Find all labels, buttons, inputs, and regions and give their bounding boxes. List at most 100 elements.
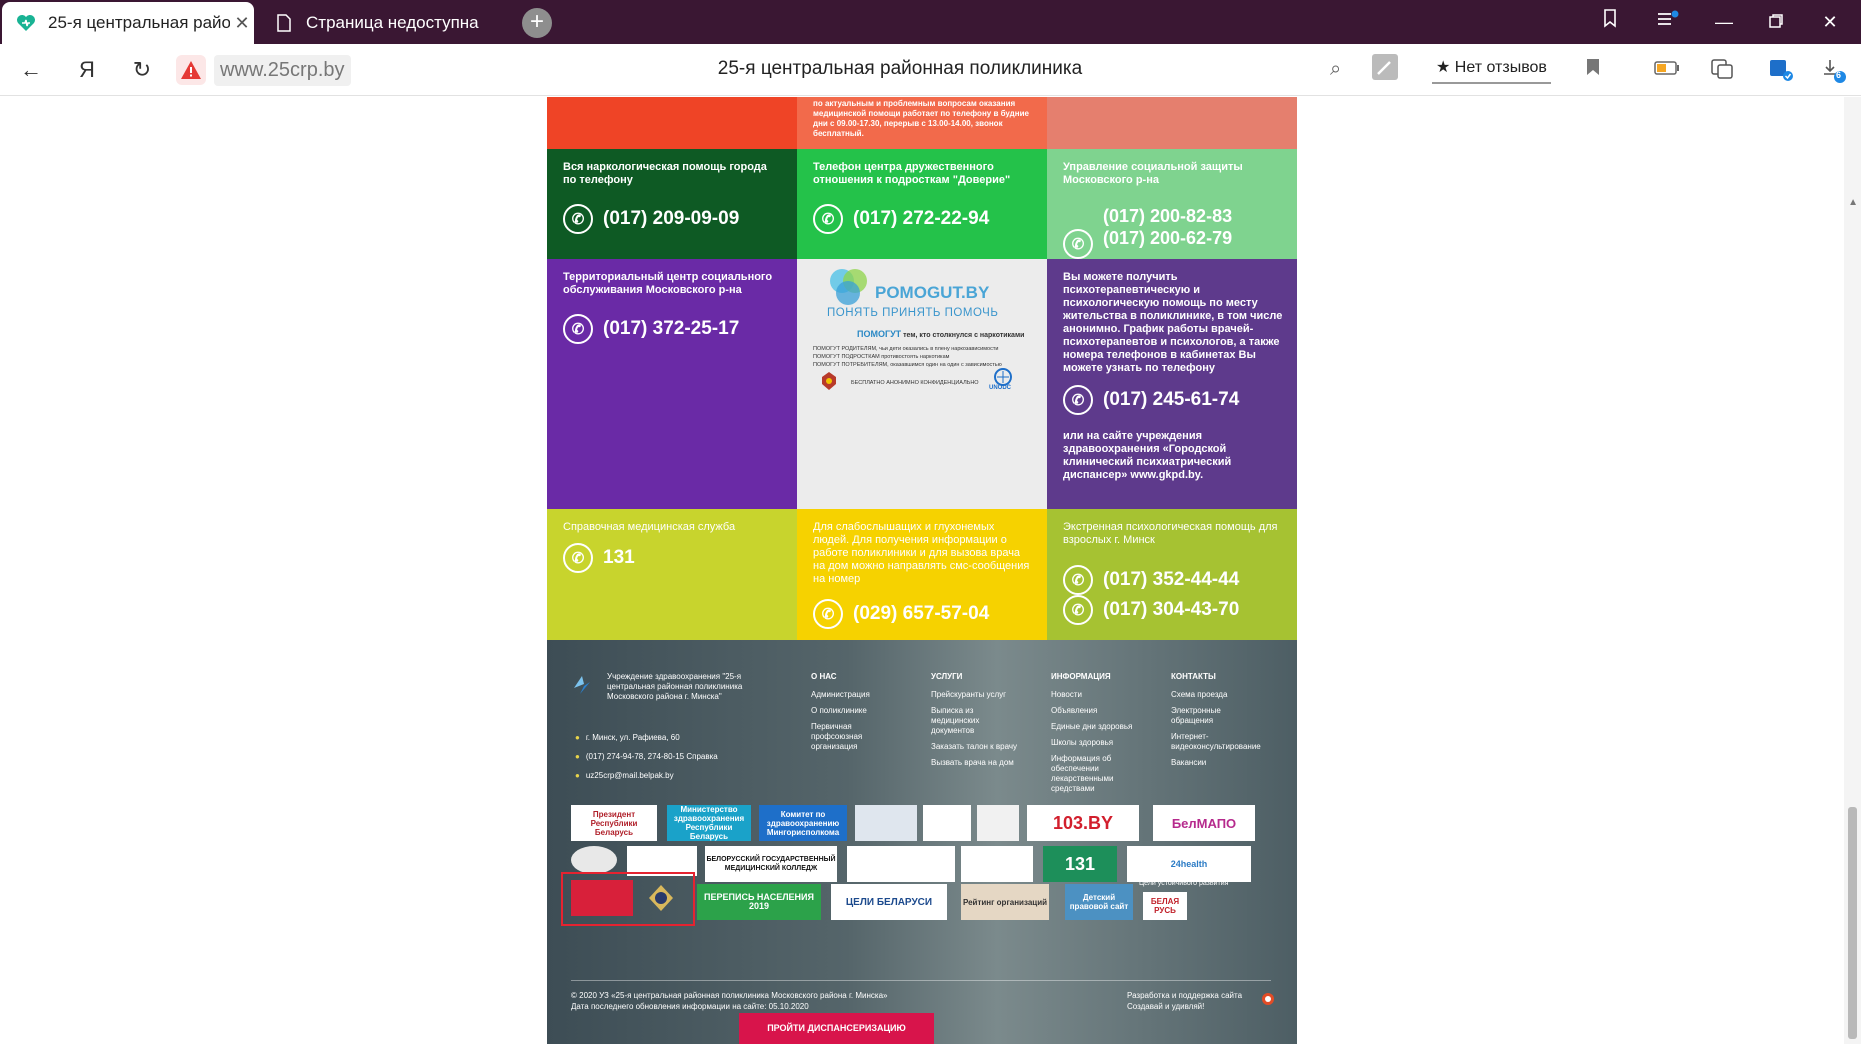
photo-logo[interactable] <box>961 846 1033 882</box>
phone-icon: ✆ <box>1063 385 1093 415</box>
phones-text[interactable]: (017) 274-94-78, 274-80-15 Справка <box>586 752 718 761</box>
census-logo[interactable]: ПЕРЕПИСЬ НАСЕЛЕНИЯ 2019 <box>697 884 821 920</box>
college2-logo[interactable] <box>847 846 955 882</box>
rating-logo[interactable]: Рейтинг организаций <box>961 884 1049 920</box>
footer-link[interactable]: Выписка из медицинских документов <box>931 706 991 736</box>
yandex-icon[interactable]: Я <box>72 56 102 84</box>
bookmark-icon[interactable] <box>1586 58 1600 82</box>
ministry-logo[interactable]: Министерство здравоохранения Республики … <box>667 805 751 841</box>
phone-number[interactable]: (017) 304-43-70 <box>1103 599 1239 621</box>
belmapo-logo[interactable]: БелМАПО <box>1153 805 1255 841</box>
footer-link[interactable]: Администрация <box>811 690 891 700</box>
building-logo[interactable] <box>855 805 917 841</box>
131-logo[interactable]: 131 <box>1043 846 1117 882</box>
phone-line[interactable]: ✆ (017) 272-22-94 <box>813 204 989 234</box>
footer-link[interactable]: Прейскуранты услуг <box>931 690 1031 700</box>
translate-icon[interactable] <box>1710 58 1734 86</box>
footer-link[interactable]: Школы здоровья <box>1051 738 1151 748</box>
phone-line[interactable]: ✆ (029) 657-57-04 <box>813 599 989 629</box>
cell-note[interactable]: или на сайте учреждения здравоохранения … <box>1063 430 1263 482</box>
dispensary-button[interactable]: ПРОЙТИ ДИСПАНСЕРИЗАЦИЮ <box>739 1013 934 1044</box>
reload-icon[interactable]: ↻ <box>127 56 157 84</box>
phone-number[interactable]: (017) 245-61-74 <box>1103 389 1239 411</box>
103by-logo[interactable]: 103.BY <box>1027 805 1139 841</box>
close-window-icon[interactable]: ✕ <box>1810 8 1850 36</box>
phone-number[interactable]: (017) 200-62-79 <box>1103 227 1232 249</box>
phone-number[interactable]: (017) 209-09-09 <box>603 208 739 230</box>
footer-link[interactable]: Информация об обеспечении лекарственными… <box>1051 754 1121 794</box>
24health-logo[interactable]: 24health <box>1127 846 1251 882</box>
address-bar: ← Я ↻ www.25crp.by 25-я центральная райо… <box>0 44 1861 96</box>
phone-line[interactable]: ✆ 131 <box>563 543 635 573</box>
close-tab-icon[interactable]: ✕ <box>230 13 254 34</box>
phone-number[interactable]: 131 <box>603 547 635 569</box>
footer-link[interactable]: Новости <box>1051 690 1151 700</box>
scroll-up-icon[interactable]: ▲ <box>1848 197 1858 208</box>
phone-number[interactable]: (017) 372-25-17 <box>603 318 739 340</box>
phone-number[interactable]: (017) 272-22-94 <box>853 208 989 230</box>
circle-logo[interactable] <box>571 846 617 874</box>
restore-icon[interactable] <box>1756 8 1796 36</box>
komitet-logo[interactable]: Комитет по здравоохранению Мингорисполко… <box>759 805 847 841</box>
minimize-icon[interactable]: — <box>1704 8 1744 36</box>
address-line: ● г. Минск, ул. Рафиева, 60 <box>575 733 680 742</box>
footer-link[interactable]: О поликлинике <box>811 706 891 716</box>
scrollbar[interactable]: ▲ <box>1844 97 1861 1044</box>
tab-inactive[interactable]: Страница недоступна <box>262 2 502 44</box>
cell-medical-info: Справочная медицинская служба ✆ 131 <box>547 509 797 640</box>
reviews-button[interactable]: ★ Нет отзывов <box>1432 54 1551 84</box>
badge-logo[interactable] <box>639 880 683 916</box>
phones-line: ● (017) 274-94-78, 274-80-15 Справка <box>575 752 718 761</box>
phone-line[interactable]: ✆ (017) 245-61-74 <box>1063 385 1239 415</box>
email-text[interactable]: uz25crp@mail.belpak.by <box>586 771 674 780</box>
footer-link[interactable]: Вызвать врача на дом <box>931 758 1031 768</box>
url-box[interactable]: www.25crp.by <box>176 54 351 86</box>
collections-icon[interactable] <box>1592 8 1632 36</box>
belaya-rus-logo[interactable]: БЕЛАЯ РУСЬ <box>1143 892 1187 920</box>
phone-line[interactable]: ✆ (017) 352-44-44 <box>1063 565 1239 595</box>
footer-link[interactable]: Объявления <box>1051 706 1151 716</box>
cell-label: Экстренная психологическая помощь для вз… <box>1063 521 1278 546</box>
child-site-logo[interactable]: Детский правовой сайт <box>1065 884 1133 920</box>
phone-icon: ✆ <box>1063 595 1093 625</box>
footer-link[interactable]: Первичная профсоюзная организация <box>811 722 891 752</box>
emblem-logo[interactable] <box>923 805 971 841</box>
menu-icon[interactable] <box>1648 8 1688 36</box>
footer-link[interactable]: Единые дни здоровья <box>1051 722 1151 732</box>
edit-icon[interactable] <box>1372 54 1398 86</box>
footer-col-contacts: КОНТАКТЫ Схема проезда Электронные обращ… <box>1171 672 1281 774</box>
downloads-icon[interactable]: 6 <box>1822 58 1848 90</box>
phone-number[interactable]: (017) 352-44-44 <box>1103 569 1239 591</box>
footer-link[interactable]: Электронные обращения <box>1171 706 1231 726</box>
scroll-thumb[interactable] <box>1848 807 1857 1039</box>
phone-number[interactable]: (017) 200-82-83 <box>1103 205 1232 227</box>
president-logo[interactable]: Президент Республики Беларусь <box>571 805 657 841</box>
partial-cell-text: по актуальным и проблемным вопросам оказ… <box>813 99 1029 138</box>
phone-line[interactable]: ✆ (017) 209-09-09 <box>563 204 739 234</box>
back-arrow-icon[interactable]: ← <box>16 56 46 84</box>
new-tab-button[interactable]: + <box>522 8 552 38</box>
red-city-logo[interactable] <box>571 880 633 916</box>
celi-logo[interactable]: ЦЕЛИ БЕЛАРУСИ <box>831 884 947 920</box>
phone-line[interactable]: ✆ (017) 304-43-70 <box>1063 595 1239 625</box>
cell-label: Для слабослышащих и глухонемых людей. Дл… <box>813 521 1030 585</box>
footer-link[interactable]: Заказать талон к врачу <box>931 742 1031 752</box>
url-text[interactable]: www.25crp.by <box>214 54 351 86</box>
extension-icon[interactable] <box>1768 58 1794 88</box>
phone-number[interactable]: (029) 657-57-04 <box>853 603 989 625</box>
footer-link[interactable]: Интернет-видеоконсультирование <box>1171 732 1281 752</box>
mini-logo[interactable] <box>977 805 1019 841</box>
developer-credit[interactable]: Разработка и поддержка сайта Создавай и … <box>1127 990 1242 1012</box>
phone-line[interactable]: ✆ (017) 372-25-17 <box>563 314 739 344</box>
search-zoom-icon[interactable]: ⌕ <box>1330 58 1341 81</box>
battery-icon[interactable] <box>1654 58 1680 81</box>
warning-icon[interactable] <box>176 55 206 85</box>
footer-col-about: О НАС Администрация О поликлинике Первич… <box>811 672 891 758</box>
pomogut-banner[interactable]: POMOGUT.BY ПОНЯТЬ ПРИНЯТЬ ПОМОЧЬ ПОМОГУТ… <box>797 259 1047 509</box>
footer-link[interactable]: Схема проезда <box>1171 690 1281 700</box>
footer-link[interactable]: Вакансии <box>1171 758 1281 768</box>
sdg-label[interactable]: Цели устойчивого развития <box>1139 880 1228 887</box>
developer-logo-icon[interactable] <box>1261 992 1275 1006</box>
tab-active[interactable]: 25-я центральная райо ✕ <box>2 2 254 44</box>
college-logo[interactable]: БЕЛОРУССКИЙ ГОСУДАРСТВЕННЫЙ МЕДИЦИНСКИЙ … <box>705 846 837 882</box>
